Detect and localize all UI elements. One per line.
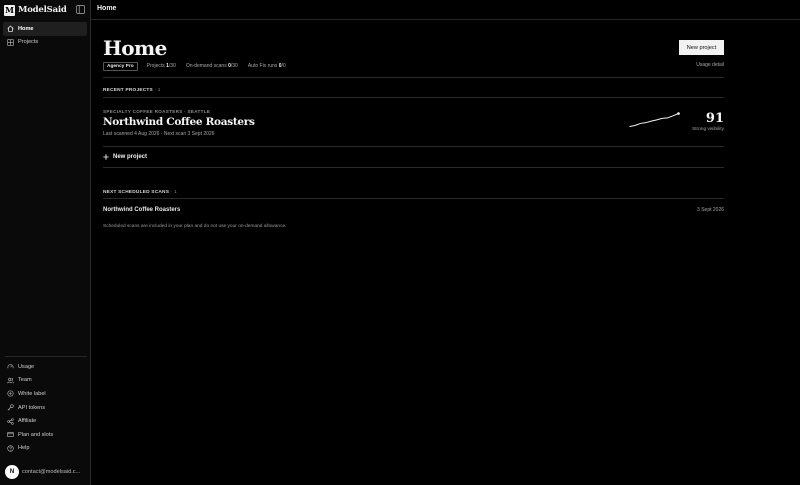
recent-projects-heading: RECENT PROJECTS · 1 [103,88,161,93]
sparkline-line [629,113,679,127]
sidebar-item-api-tokens[interactable]: API tokens [3,401,87,415]
divider [103,146,724,147]
share-icon [7,417,14,425]
brand-name: ModelSaid [18,5,67,15]
gauge-icon [7,364,14,369]
project-card[interactable]: SPECIALTY COFFEE ROASTERS · SEATTLE Nort… [103,106,724,146]
scheduled-scan-date: 3 Sept 2026 [697,207,724,213]
tag-icon [7,390,14,398]
sidebar-item-label: Plan and slots [18,431,54,438]
users-icon [7,377,14,384]
scheduled-scan-row[interactable]: Northwind Coffee Roasters 3 Sept 2026 [103,206,724,218]
stat-auto-fix-runs: Auto Fix runs 0/0 [247,63,286,69]
grid-icon [7,39,14,46]
sidebar-item-label: White label [18,390,46,397]
help-icon [7,445,14,452]
scheduled-scans-note: Scheduled scans are included in your pla… [103,224,287,229]
topbar-title: Home [97,5,117,12]
scheduled-scans-heading: NEXT SCHEDULED SCANS · 1 [103,190,177,195]
sidebar-item-label: Usage [18,363,35,370]
scheduled-scan-project: Northwind Coffee Roasters [103,207,181,213]
sidebar-item-label: API tokens [18,404,46,411]
divider [103,77,724,78]
stat-on-demand-scans: On-demand scans 0/30 [185,63,238,69]
sidebar-item-usage[interactable]: Usage [3,360,87,374]
avatar: N [5,465,19,479]
divider [103,97,724,98]
visibility-score-label: Strong visibility [692,127,724,132]
visibility-score: 91 [705,111,724,126]
brand-mark-icon: M [4,4,15,16]
project-category: SPECIALTY COFFEE ROASTERS · SEATTLE [103,109,211,114]
divider [103,167,724,168]
new-project-button[interactable]: New project [679,40,724,55]
key-icon [7,404,14,411]
sparkline-latest-point [677,112,680,115]
primary-nav: Home Projects [3,22,87,49]
sidebar-item-home[interactable]: Home [3,22,87,36]
topbar: Home [91,0,800,20]
visibility-trend-sparkline [629,112,680,127]
sidebar-item-label: Affiliate [18,418,37,425]
project-scan-info: Last scanned 4 Aug 2026 · Next scan 3 Se… [103,131,215,137]
divider [103,198,724,199]
sidebar-toggle-icon[interactable] [76,5,85,14]
user-email: contact@modelsaid.c... [22,469,81,475]
plan-badge: Agency Pro [103,61,138,71]
sidebar-item-affiliate[interactable]: Affiliate [3,414,87,428]
card-icon [7,432,14,438]
plus-icon [103,154,109,160]
sidebar: M ModelSaid Home Projects Usage Team Whi… [0,0,91,485]
sidebar-divider [5,356,87,357]
stat-projects: Projects 1/30 [146,63,176,69]
sidebar-item-plan-and-slots[interactable]: Plan and slots [3,428,87,442]
user-menu[interactable]: N contact@modelsaid.c... [5,464,87,480]
sidebar-item-help[interactable]: Help [3,442,87,456]
sidebar-item-team[interactable]: Team [3,374,87,388]
secondary-nav: Usage Team White label API tokens Affili… [3,360,87,455]
home-icon [7,25,14,32]
sidebar-item-label: Team [18,377,32,384]
sidebar-item-label: Help [18,445,30,452]
page-title: Home [103,36,167,60]
sidebar-item-white-label[interactable]: White label [3,387,87,401]
brand-logo[interactable]: M ModelSaid [4,4,67,16]
add-project-button[interactable]: New project [103,151,147,163]
sidebar-item-label: Projects [18,39,39,46]
usage-detail-link[interactable]: Usage detail [696,62,724,68]
sidebar-item-label: Home [18,25,34,32]
project-name: Northwind Coffee Roasters [103,116,255,128]
plan-summary: Agency Pro Projects 1/30 On-demand scans… [103,61,724,71]
sidebar-item-projects[interactable]: Projects [3,36,87,50]
